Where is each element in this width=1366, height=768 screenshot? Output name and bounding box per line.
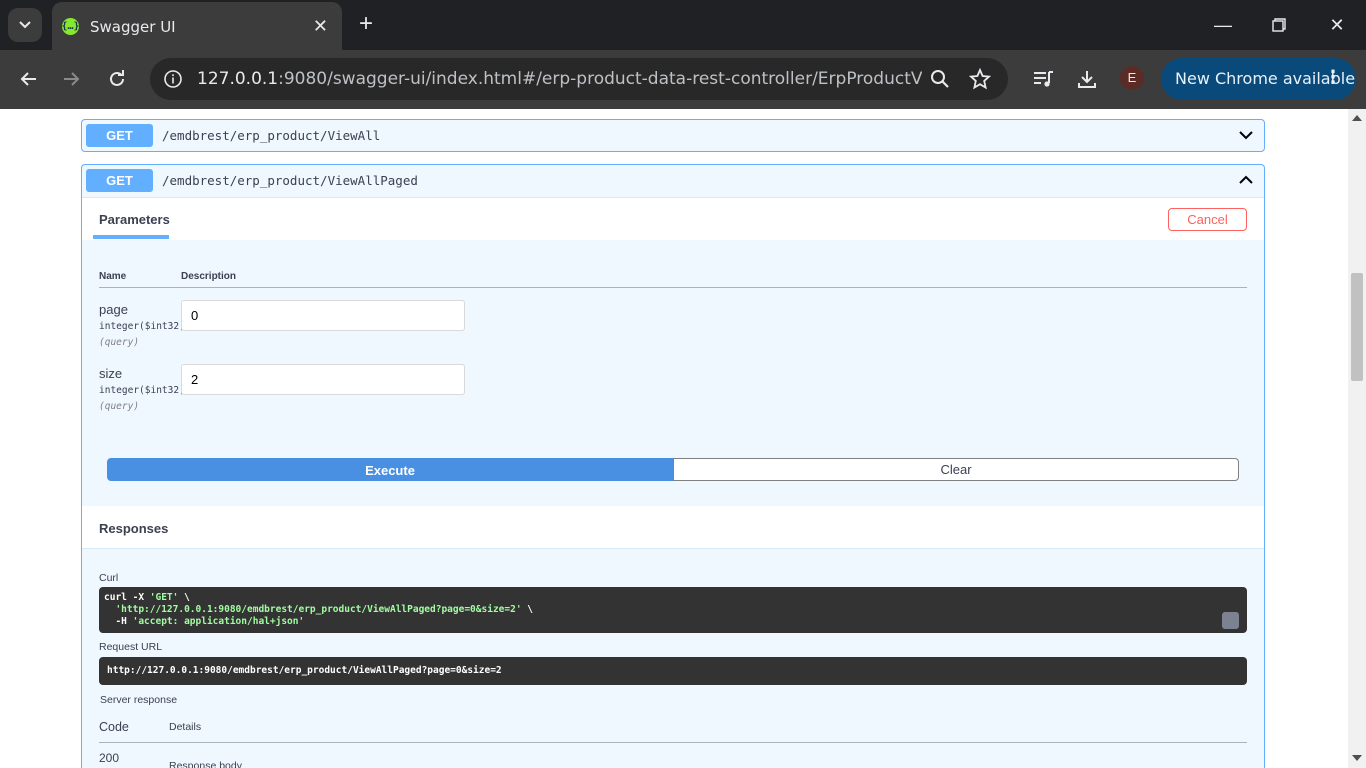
restore-icon[interactable]: [1264, 12, 1294, 38]
swagger-page: GET /emdbrest/erp_product/ViewAll GET /e…: [0, 109, 1348, 768]
parameters-header: Parameters Cancel: [82, 197, 1264, 240]
scroll-thumb[interactable]: [1351, 273, 1363, 381]
reload-button[interactable]: [101, 63, 133, 95]
site-info-icon[interactable]: [160, 66, 186, 92]
col-head-name: Name: [99, 271, 127, 282]
param-name-size: size: [99, 366, 123, 381]
param-type-size: integer($int32): [99, 385, 185, 396]
more-vert-icon[interactable]: ⋮: [1324, 67, 1342, 89]
request-url: http://127.0.0.1:9080/emdbrest/erp_produ…: [99, 657, 1247, 685]
back-button[interactable]: [12, 63, 44, 95]
responses-header: Responses: [82, 506, 1264, 549]
tab-title: Swagger UI: [90, 18, 176, 36]
details-col-head: Details: [169, 721, 202, 733]
tab-search-button[interactable]: [8, 8, 42, 42]
tab-close-icon[interactable]: ✕: [313, 17, 328, 35]
tab-strip: {…} Swagger UI ✕ + — ✕: [0, 0, 1366, 50]
page-scrollbar[interactable]: [1348, 109, 1366, 768]
page-input[interactable]: 0: [181, 300, 465, 331]
param-in-page: (query): [99, 337, 140, 348]
curl-command: curl -X 'GET' \ 'http://127.0.0.1:9080/e…: [99, 587, 1247, 633]
minimize-icon[interactable]: —: [1208, 12, 1238, 38]
url-text[interactable]: 127.0.0.1:9080/swagger-ui/index.html#/er…: [197, 69, 922, 89]
size-input[interactable]: 2: [181, 364, 465, 395]
new-chrome-available-button[interactable]: New Chrome available ⋮: [1161, 58, 1356, 100]
swagger-favicon-icon: {…}: [61, 18, 80, 35]
address-bar[interactable]: 127.0.0.1:9080/swagger-ui/index.html#/er…: [150, 58, 1008, 100]
browser-tab-swagger[interactable]: {…} Swagger UI ✕: [52, 2, 342, 50]
arrow-left-icon: [20, 72, 36, 86]
tab-parameters-label: Parameters: [99, 212, 170, 227]
code-col-head: Code: [99, 720, 129, 734]
download-icon: [1078, 71, 1096, 88]
method-badge: GET: [86, 124, 153, 147]
chevron-up-icon[interactable]: [1238, 174, 1254, 186]
header-divider: [99, 287, 1247, 288]
profile-avatar[interactable]: E: [1120, 66, 1144, 90]
clear-button[interactable]: Clear: [673, 458, 1239, 481]
media-controls-button[interactable]: [1028, 63, 1060, 95]
opblock-summary-view-all-paged[interactable]: GET /emdbrest/erp_product/ViewAllPaged: [82, 165, 1264, 197]
execute-button[interactable]: Execute: [107, 458, 673, 481]
chevron-down-icon: [19, 21, 31, 29]
cancel-button[interactable]: Cancel: [1168, 208, 1247, 231]
responses-title: Responses: [99, 521, 169, 536]
zoom-icon[interactable]: [928, 67, 952, 91]
chevron-down-icon[interactable]: [1238, 129, 1254, 141]
downloads-button[interactable]: [1071, 63, 1103, 95]
opblock-summary-view-all[interactable]: GET /emdbrest/erp_product/ViewAll: [82, 120, 1264, 152]
response-code: 200: [99, 751, 120, 765]
scroll-up-icon[interactable]: [1352, 115, 1362, 121]
queue-music-icon: [1034, 71, 1053, 87]
endpoint-path: /emdbrest/erp_product/ViewAllPaged: [162, 173, 418, 188]
server-response-label: Server response: [100, 694, 178, 706]
param-name-page: page: [99, 302, 128, 317]
new-tab-button[interactable]: +: [352, 10, 380, 38]
scroll-down-icon[interactable]: [1352, 755, 1362, 761]
method-badge: GET: [86, 169, 153, 192]
tab-parameters[interactable]: Parameters: [93, 198, 170, 239]
opblock-view-all: GET /emdbrest/erp_product/ViewAll: [81, 119, 1265, 152]
request-url-label: Request URL: [99, 641, 163, 653]
response-body-label: Response body: [169, 760, 242, 768]
execute-wrapper: Execute Clear: [107, 458, 1239, 481]
arrow-right-icon: [64, 72, 80, 86]
bookmark-star-icon[interactable]: [968, 67, 992, 91]
param-in-size: (query): [99, 401, 140, 412]
col-head-description: Description: [181, 271, 237, 282]
endpoint-path: /emdbrest/erp_product/ViewAll: [162, 128, 381, 143]
reload-icon: [110, 70, 124, 86]
copy-to-clipboard-icon[interactable]: [1222, 612, 1239, 629]
param-type-page: integer($int32): [99, 321, 185, 332]
response-divider: [99, 742, 1247, 743]
close-window-icon[interactable]: ✕: [1322, 12, 1352, 38]
curl-label: Curl: [99, 572, 119, 584]
forward-button[interactable]: [56, 63, 88, 95]
opblock-view-all-paged: GET /emdbrest/erp_product/ViewAllPaged P…: [81, 164, 1265, 768]
